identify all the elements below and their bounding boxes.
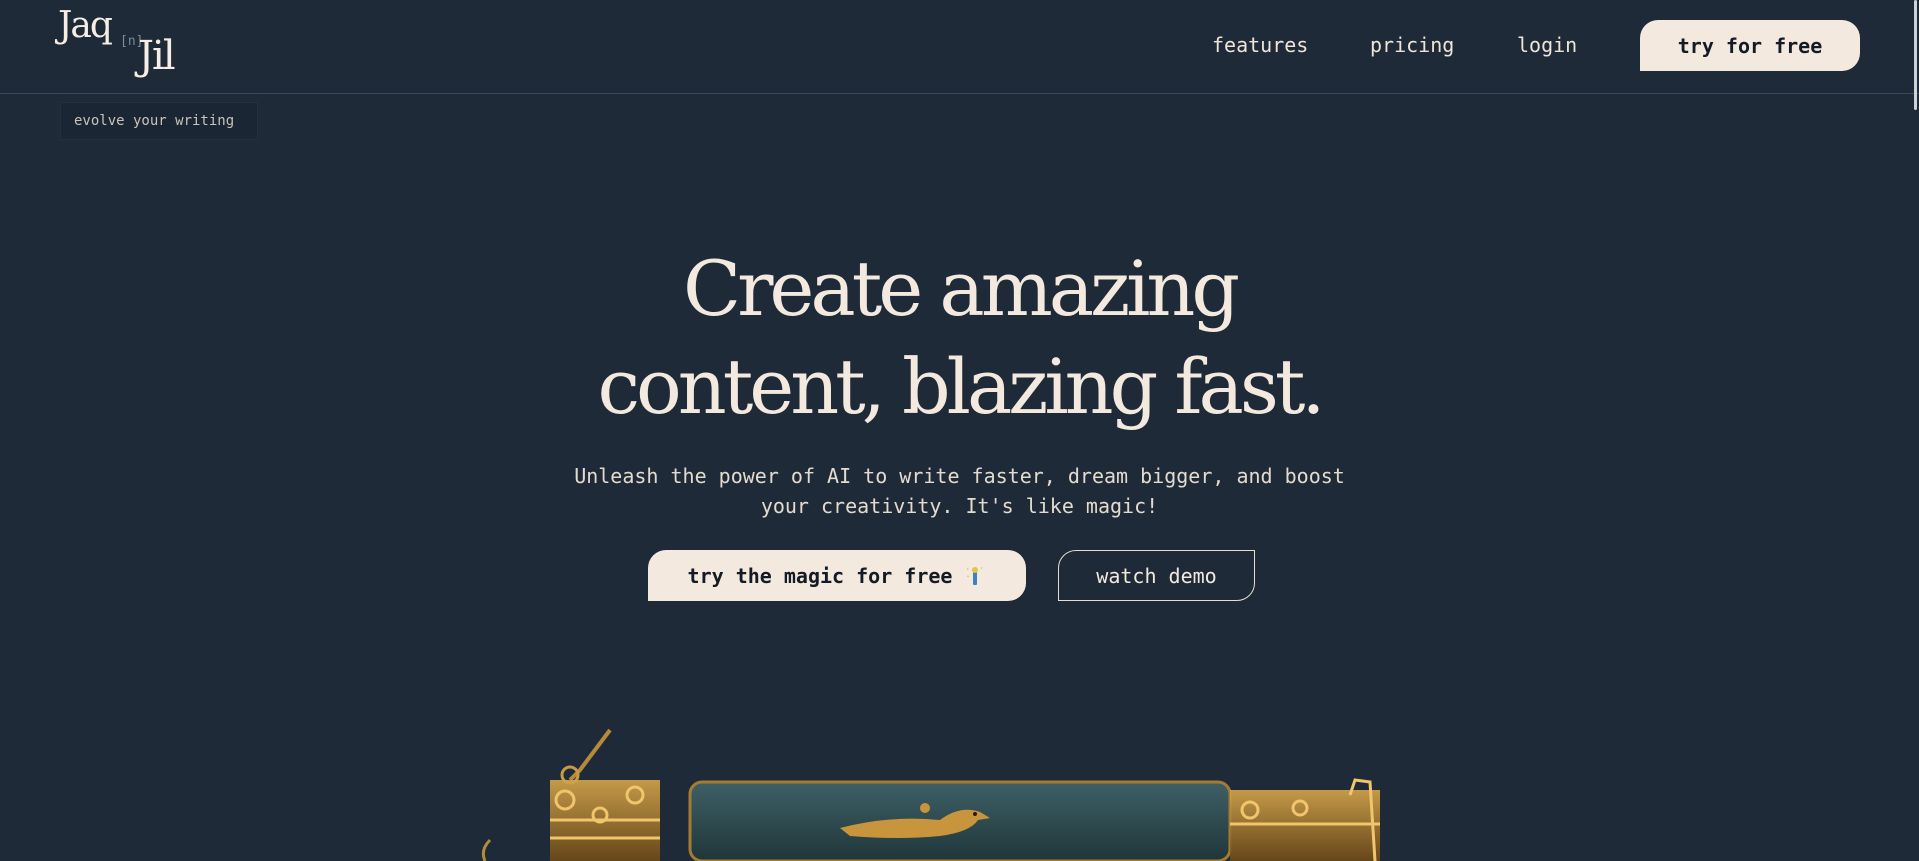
try-magic-label: try the magic for free [687, 563, 953, 588]
tagline-badge: evolve your writing [60, 102, 258, 140]
hero-title-line-2: content, blazing fast. [597, 342, 1325, 431]
scrollbar-thumb[interactable] [1914, 0, 1917, 110]
typewriter-illustration [470, 720, 1450, 861]
logo-word-jaq: Jaq [58, 5, 113, 46]
site-header: Jaq [n] Jil features pricing login try f… [0, 0, 1919, 94]
watch-demo-button[interactable]: watch demo [1058, 550, 1255, 601]
try-magic-button[interactable]: try the magic for free [648, 550, 1026, 601]
hero-title: Create amazing content, blazing fast. [0, 240, 1919, 436]
nav-link-features[interactable]: features [1212, 33, 1308, 57]
try-for-free-button[interactable]: try for free [1640, 20, 1860, 71]
nav-link-login[interactable]: login [1517, 33, 1577, 57]
nav-link-pricing[interactable]: pricing [1370, 33, 1454, 57]
brand-logo[interactable]: Jaq [n] Jil [58, 6, 188, 82]
hero-subtitle-line-2: your creativity. It's like magic! [760, 494, 1159, 518]
hero-title-line-1: Create amazing [682, 244, 1240, 333]
magic-wand-icon [964, 565, 986, 587]
logo-word-jil: Jil [138, 33, 176, 79]
hero-subtitle-line-1: Unleash the power of AI to write faster,… [574, 464, 1345, 488]
hero-subtitle: Unleash the power of AI to write faster,… [0, 461, 1919, 521]
